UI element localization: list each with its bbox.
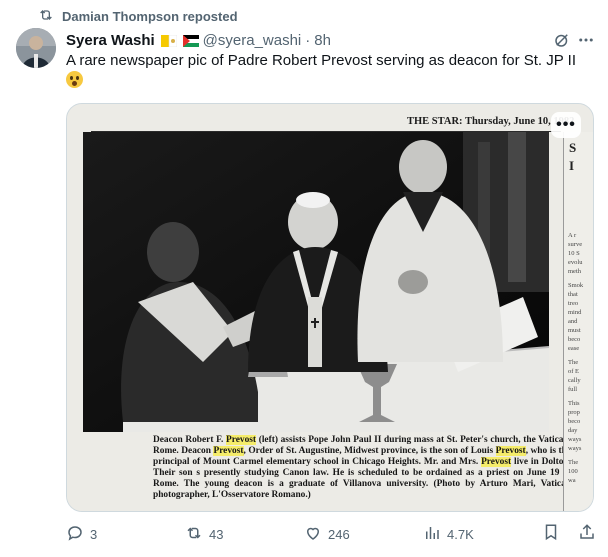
side-snippet: ways xyxy=(568,445,582,452)
caption-highlight: Prevost xyxy=(213,446,244,456)
newspaper-photo xyxy=(83,132,550,432)
views-button[interactable]: 4.7K xyxy=(423,524,493,545)
views-count: 4.7K xyxy=(447,526,474,542)
like-icon xyxy=(304,524,322,545)
tweet-media[interactable]: THE STAR: Thursday, June 10, 1982 Deacon… xyxy=(66,103,594,512)
repost-indicator[interactable]: Damian Thompson reposted xyxy=(38,6,238,26)
retweet-count: 43 xyxy=(209,526,224,542)
side-snippet: full xyxy=(568,386,578,393)
reply-count: 3 xyxy=(90,526,98,542)
reply-icon xyxy=(66,524,84,545)
caption-highlight: Prevost xyxy=(226,435,257,445)
side-snippet: ways xyxy=(568,436,582,443)
avatar[interactable] xyxy=(16,28,56,68)
side-snippet: mind xyxy=(568,309,582,316)
repost-icon xyxy=(38,7,54,26)
tweet-text: A rare newspaper pic of Padre Robert Pre… xyxy=(66,51,596,91)
newspaper-clipping: THE STAR: Thursday, June 10, 1982 Deacon… xyxy=(67,104,593,511)
bookmark-icon[interactable] xyxy=(542,523,560,546)
adjacent-column: S I A r surve 10 S evolu meth Smok that treo min… xyxy=(563,132,593,511)
side-snippet: beco xyxy=(568,418,581,425)
flag-palestine-icon xyxy=(182,34,199,47)
reply-button[interactable]: 3 xyxy=(66,524,136,545)
flag-vatican-icon xyxy=(160,34,177,48)
timestamp[interactable]: 8h xyxy=(314,32,331,49)
side-snippet: A r xyxy=(568,232,577,239)
tweet-header: Syera Washi @syera_washi · 8h xyxy=(66,30,596,50)
side-snippet: ease xyxy=(568,345,580,352)
share-icon[interactable] xyxy=(578,523,596,546)
action-bar: 3 43 246 4.7K xyxy=(66,523,596,545)
side-snippet: Smok xyxy=(568,282,584,289)
caption-highlight: Prevost xyxy=(481,457,512,467)
side-snippet: must xyxy=(568,327,581,334)
side-snippet: 100 xyxy=(568,468,578,475)
side-snippet: that xyxy=(568,291,578,298)
side-snippet: The xyxy=(568,359,579,366)
author-handle[interactable]: @syera_washi xyxy=(203,32,302,49)
grok-icon[interactable] xyxy=(552,30,572,50)
caption-text: , Order of St. Augustine, Midwest provin… xyxy=(243,446,496,456)
side-snippet: cally xyxy=(568,377,581,384)
newspaper-header: THE STAR: Thursday, June 10, 1982 xyxy=(407,116,575,127)
side-snippet: The xyxy=(568,459,579,466)
views-icon xyxy=(423,524,441,545)
photo-caption: Deacon Robert F. Prevost (left) assists … xyxy=(153,435,571,501)
side-letter: I xyxy=(569,158,575,173)
like-button[interactable]: 246 xyxy=(304,524,374,545)
side-snippet: of E xyxy=(568,368,580,375)
retweet-icon xyxy=(185,524,203,545)
more-icon[interactable] xyxy=(576,30,596,50)
astonished-emoji-icon xyxy=(66,71,83,88)
caption-text: Deacon Robert F. xyxy=(153,435,226,445)
media-more-button[interactable]: ••• xyxy=(551,112,581,138)
side-snippet: wa xyxy=(568,477,576,484)
side-snippet: evolu xyxy=(568,259,583,266)
side-snippet: day xyxy=(568,427,578,434)
side-snippet: and xyxy=(568,318,578,325)
caption-highlight: Prevost xyxy=(495,446,526,456)
side-snippet: beco xyxy=(568,336,581,343)
repost-label: Damian Thompson reposted xyxy=(62,8,238,24)
side-snippet: surve xyxy=(568,241,583,248)
separator: · xyxy=(305,31,311,49)
like-count: 246 xyxy=(328,526,350,542)
side-snippet: meth xyxy=(568,268,581,275)
action-right-group xyxy=(542,523,596,546)
author-name[interactable]: Syera Washi xyxy=(66,32,155,49)
side-snippet: This xyxy=(568,400,580,407)
side-letter: S xyxy=(569,140,577,155)
tweet-body: A rare newspaper pic of Padre Robert Pre… xyxy=(66,52,576,69)
side-snippet: treo xyxy=(568,300,579,307)
retweet-button[interactable]: 43 xyxy=(185,524,255,545)
side-snippet: 10 S xyxy=(568,250,580,257)
side-snippet: prop xyxy=(568,409,580,416)
